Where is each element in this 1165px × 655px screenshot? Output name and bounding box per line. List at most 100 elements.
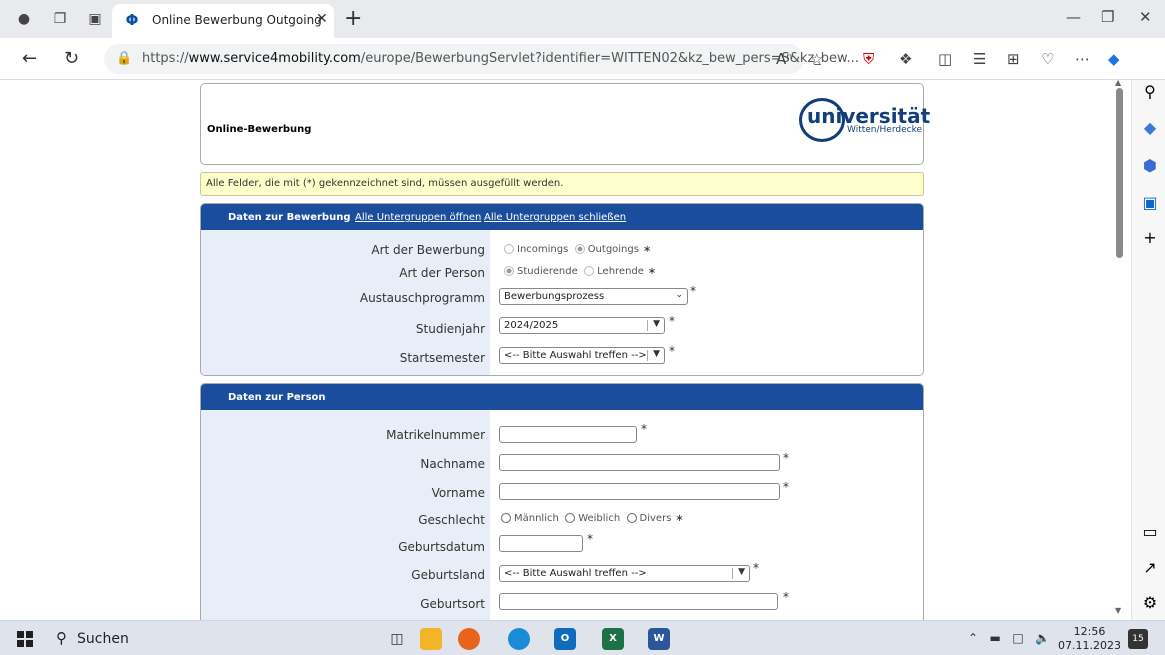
open-external-icon[interactable]: ↗: [1141, 558, 1159, 577]
tab-actions-icon[interactable]: ▣: [85, 9, 105, 29]
url-prefix: https://: [142, 51, 189, 66]
close-all-subgroups-link[interactable]: Alle Untergruppen schließen: [484, 212, 626, 223]
hide-sidebar-icon[interactable]: ▭: [1141, 522, 1159, 541]
tab-bar: ● ❐ ▣ Φ Online Bewerbung Outgoing ✕ + — …: [0, 0, 1165, 38]
new-tab-icon[interactable]: +: [344, 6, 362, 31]
extensions-icon[interactable]: ❖: [899, 50, 912, 68]
word-icon[interactable]: W: [648, 628, 670, 650]
file-explorer-icon[interactable]: [420, 628, 442, 650]
radio-maennlich[interactable]: [501, 513, 511, 523]
extension-shield-icon[interactable]: ⛨: [863, 50, 874, 68]
edge-icon[interactable]: [508, 628, 530, 650]
favorite-star-icon[interactable]: ☆: [810, 50, 823, 68]
sidebar-settings-icon[interactable]: ⚙: [1141, 593, 1159, 612]
required-mark: *: [669, 314, 675, 328]
url-field[interactable]: 🔒 https://www.service4mobility.com/europ…: [104, 44, 859, 74]
matrikelnummer-input[interactable]: [499, 426, 637, 443]
section-person-header: Daten zur Person: [201, 384, 923, 410]
outlook-icon[interactable]: ▣: [1141, 193, 1159, 212]
taskbar-search[interactable]: ⚲ Suchen: [56, 629, 129, 647]
required-mark: ∗: [642, 244, 652, 255]
battery-icon[interactable]: ▬: [990, 631, 1001, 645]
back-icon[interactable]: ←: [22, 48, 37, 69]
more-menu-icon[interactable]: ⋯: [1075, 50, 1090, 68]
clock-time: 12:56: [1073, 625, 1106, 638]
studienjahr-value: 2024/2025: [504, 320, 559, 331]
minimize-icon[interactable]: —: [1066, 8, 1081, 26]
radio-incomings[interactable]: [504, 244, 514, 254]
radio-divers[interactable]: [626, 513, 637, 523]
network-icon[interactable]: □: [1012, 631, 1023, 645]
label-divers: Divers: [639, 513, 672, 524]
required-mark: *: [753, 561, 759, 575]
label-nachname: Nachname: [420, 457, 485, 471]
workspaces-icon[interactable]: ❐: [50, 9, 70, 29]
restore-icon[interactable]: ❐: [1101, 8, 1114, 26]
label-art-bewerbung: Art der Bewerbung: [371, 243, 485, 257]
system-tray[interactable]: ⌃ ▬ □ 🔈: [968, 631, 1050, 645]
page-header: Online-Bewerbung universität Witten/Herd…: [200, 83, 930, 165]
scroll-down-icon[interactable]: ▼: [1115, 606, 1121, 615]
required-mark: *: [641, 422, 647, 436]
nachname-input[interactable]: [499, 454, 780, 471]
label-art-person: Art der Person: [399, 266, 485, 280]
radio-outgoings[interactable]: [574, 244, 585, 254]
volume-icon[interactable]: 🔈: [1035, 631, 1050, 645]
profile-icon[interactable]: ●: [14, 9, 34, 29]
lock-icon[interactable]: 🔒: [116, 51, 132, 66]
geburtsdatum-input[interactable]: [499, 535, 583, 552]
required-mark: *: [669, 344, 675, 358]
refresh-icon[interactable]: ↻: [64, 48, 79, 69]
radio-weiblich[interactable]: [565, 513, 576, 523]
edge-sidebar: ⚲ ◆ ⬢ ▣ + ▭ ↗ ⚙: [1131, 80, 1165, 620]
scroll-up-icon[interactable]: ▲: [1115, 78, 1121, 87]
radio-studierende[interactable]: [504, 266, 514, 276]
show-hidden-icons-icon[interactable]: ⌃: [968, 631, 978, 645]
office-icon[interactable]: ⬢: [1141, 156, 1159, 175]
collections-icon[interactable]: ⊞: [1007, 50, 1020, 68]
copilot-icon[interactable]: ◆: [1108, 50, 1120, 68]
search-icon: ⚲: [56, 629, 67, 647]
taskbar-clock[interactable]: 12:56 07.11.2023: [1058, 625, 1121, 653]
select-separator: [647, 350, 648, 361]
label-geburtsort: Geburtsort: [420, 597, 485, 611]
geburtsland-select[interactable]: <-- Bitte Auswahl treffen --> ▼: [499, 565, 750, 582]
vorname-input[interactable]: [499, 483, 780, 500]
close-window-icon[interactable]: ✕: [1139, 8, 1152, 26]
split-screen-icon[interactable]: ◫: [938, 50, 952, 68]
section-person: Daten zur Person Matrikelnummer * Nachna…: [200, 383, 924, 628]
startsemester-select[interactable]: <-- Bitte Auswahl treffen --> ▼: [499, 347, 665, 364]
open-all-subgroups-link[interactable]: Alle Untergruppen öffnen: [355, 212, 481, 223]
page-scrollbar[interactable]: ▲ ▼: [1112, 78, 1128, 620]
scroll-thumb[interactable]: [1116, 88, 1123, 258]
favorites-icon[interactable]: ☰: [973, 50, 986, 68]
notification-center-icon[interactable]: 15: [1128, 629, 1148, 649]
add-sidebar-app-icon[interactable]: +: [1141, 228, 1159, 247]
austauschprogramm-select[interactable]: Bewerbungsprozess ⌄: [499, 288, 688, 305]
chevron-down-icon: ⌄: [675, 290, 683, 300]
required-mark: *: [690, 284, 696, 298]
read-aloud-icon[interactable]: Aⁿ: [776, 50, 792, 68]
logo-sub-text: Witten/Herdecke: [847, 125, 923, 135]
studienjahr-select[interactable]: 2024/2025 ▼: [499, 317, 665, 334]
windows-start-icon[interactable]: [17, 631, 33, 647]
label-weiblich: Weiblich: [578, 513, 621, 524]
dropdown-arrow-icon: ▼: [738, 567, 745, 577]
label-geschlecht: Geschlecht: [418, 513, 485, 527]
browser-tab[interactable]: Φ Online Bewerbung Outgoing ✕: [112, 4, 334, 38]
shopping-tag-icon[interactable]: ◆: [1141, 118, 1159, 137]
geburtsort-input[interactable]: [499, 593, 778, 610]
label-incomings: Incomings: [517, 244, 569, 255]
search-icon[interactable]: ⚲: [1141, 82, 1159, 101]
label-matrikelnummer: Matrikelnummer: [386, 428, 485, 442]
url-host: www.service4mobility.com: [188, 51, 361, 66]
excel-icon[interactable]: X: [602, 628, 624, 650]
outlook-taskbar-icon[interactable]: O: [554, 628, 576, 650]
radio-lehrende[interactable]: [584, 266, 595, 276]
browser-essentials-icon[interactable]: ♡: [1041, 50, 1054, 68]
label-outgoings: Outgoings: [587, 244, 639, 255]
tab-title: Online Bewerbung Outgoing: [152, 13, 322, 27]
firefox-icon[interactable]: [458, 628, 480, 650]
task-view-icon[interactable]: ◫: [386, 628, 408, 650]
close-tab-icon[interactable]: ✕: [316, 11, 328, 27]
